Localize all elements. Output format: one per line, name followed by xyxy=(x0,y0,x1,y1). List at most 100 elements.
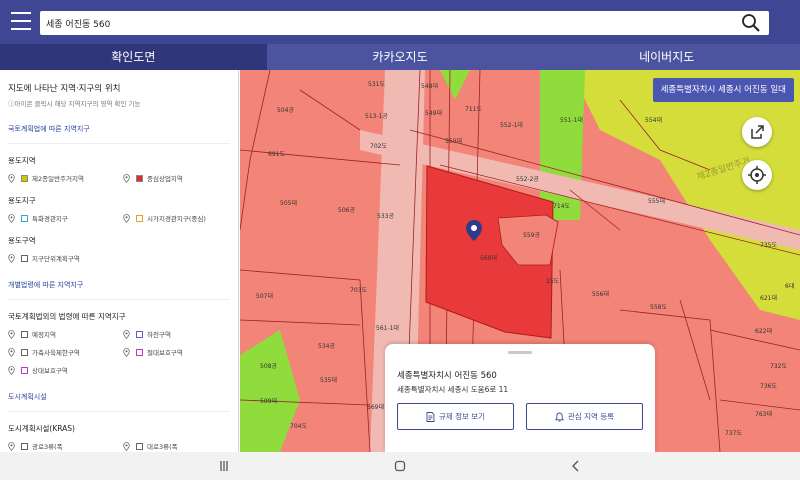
legend-swatch xyxy=(21,214,28,222)
location-pin-icon[interactable] xyxy=(123,329,130,339)
legend-label: 하천구역 xyxy=(147,331,171,339)
my-location-button[interactable] xyxy=(742,160,772,190)
location-pin-icon[interactable] xyxy=(123,173,130,183)
map-label: 504공 xyxy=(277,107,294,114)
legend-item-urban-landscape[interactable]: 시가지경관지구(중심) xyxy=(123,213,238,223)
legend-swatch xyxy=(136,174,143,182)
legend-item-planned-area[interactable]: 예정지역 xyxy=(8,329,123,339)
back-icon[interactable] xyxy=(568,458,584,474)
map-label: 559공 xyxy=(523,232,540,239)
legend-row: 상대보호구역 xyxy=(8,364,238,376)
map-label: 549대 xyxy=(425,109,442,117)
legend-item-relative-protection[interactable]: 상대보호구역 xyxy=(8,365,130,375)
legend-item-residential[interactable]: 제2종일반주거지역 xyxy=(8,173,123,183)
app-window: 확인도면 카카오지도 네이버지도 지도에 나타난 지역·지구의 위치 ⓘ아이콘 … xyxy=(0,0,800,480)
search-box xyxy=(40,11,769,35)
location-pin-icon[interactable] xyxy=(123,347,130,357)
area-name-badge: 세종특별자치시 세종시 어진동 일대 xyxy=(652,78,794,102)
map-label: 703도 xyxy=(350,287,367,294)
legend-item-road-wide[interactable]: 광로3류(폭 xyxy=(8,441,123,451)
group-use-district: 용도지역 xyxy=(8,156,36,165)
location-pin-icon[interactable] xyxy=(8,173,15,183)
legend-item-absolute-protection[interactable]: 절대보호구역 xyxy=(123,347,238,357)
location-pin-icon[interactable] xyxy=(8,347,15,357)
map-label: 506공 xyxy=(338,207,355,214)
search-icon[interactable] xyxy=(741,13,761,33)
section-urban-facility: 도시계획시설 xyxy=(8,393,47,401)
map-tabs: 확인도면 카카오지도 네이버지도 xyxy=(0,44,800,70)
legend-row: 가축사육제한구역 절대보호구역 xyxy=(8,346,238,358)
legend-swatch xyxy=(136,330,143,338)
legend-item-road-large[interactable]: 대로3류(폭 xyxy=(123,441,238,451)
share-button[interactable] xyxy=(742,117,772,147)
legend-swatch xyxy=(136,348,143,356)
add-interest-area-button[interactable]: 관심 지역 등록 xyxy=(526,403,643,430)
add-interest-area-label: 관심 지역 등록 xyxy=(567,412,615,421)
map-label: 735도 xyxy=(760,242,777,249)
legend-item-commercial[interactable]: 중심상업지역 xyxy=(123,173,238,183)
location-pin-icon[interactable] xyxy=(123,213,130,223)
home-icon[interactable] xyxy=(392,458,408,474)
legend-swatch xyxy=(136,214,143,222)
map-label: 560대 xyxy=(480,254,497,262)
tab-naver-map[interactable]: 네이버지도 xyxy=(533,44,800,70)
divider xyxy=(8,143,230,144)
legend-item-district-unit[interactable]: 지구단위계획구역 xyxy=(8,253,130,263)
location-pin-icon[interactable] xyxy=(8,213,15,223)
sheet-drag-handle[interactable] xyxy=(508,351,532,354)
location-pin-icon[interactable] xyxy=(8,365,15,375)
map-label: 736도 xyxy=(760,383,777,390)
search-input[interactable] xyxy=(46,14,726,32)
divider xyxy=(8,299,230,300)
location-pin-icon[interactable] xyxy=(123,441,130,451)
map-label: 556대 xyxy=(592,290,609,298)
hamburger-menu-icon[interactable] xyxy=(11,12,31,32)
legend-swatch xyxy=(21,366,28,374)
legend-label: 상대보호구역 xyxy=(32,367,68,375)
tab-kakao-map[interactable]: 카카오지도 xyxy=(267,44,534,70)
location-pin-icon[interactable] xyxy=(8,253,15,263)
group-other-law: 국토계획법외의 법령에 따른 지역지구 xyxy=(8,312,126,321)
map-label: 714도 xyxy=(553,203,570,210)
map-label: 552-2공 xyxy=(516,176,539,183)
map-label: 6대 xyxy=(785,282,794,290)
legend-row: 지구단위계획구역 xyxy=(8,252,238,264)
legend-label: 광로3류(폭 xyxy=(32,443,63,451)
map-label: 534공 xyxy=(318,343,335,350)
legend-swatch xyxy=(21,254,28,262)
recent-apps-icon[interactable] xyxy=(216,458,232,474)
group-kras: 도시계획시설(KRAS) xyxy=(8,424,75,433)
map-label: 622대 xyxy=(755,327,772,335)
map-label: 535대 xyxy=(320,376,337,384)
map-label: 551-1대 xyxy=(560,116,583,124)
legend-label: 시가지경관지구(중심) xyxy=(147,215,206,223)
map-label: 552-1대 xyxy=(500,121,523,129)
location-pin-icon[interactable] xyxy=(8,329,15,339)
map-label: 704도 xyxy=(290,423,307,430)
legend-item-special-landscape[interactable]: 특화경관지구 xyxy=(8,213,123,223)
legend-item-river-area[interactable]: 하천구역 xyxy=(123,329,238,339)
map-label: 505대 xyxy=(280,199,297,207)
regulation-info-button[interactable]: 규제 정보 보기 xyxy=(397,403,514,430)
map-label: 548대 xyxy=(421,82,438,90)
legend-item-livestock-limit[interactable]: 가축사육제한구역 xyxy=(8,347,123,357)
legend-swatch xyxy=(21,442,28,450)
panel-title: 지도에 나타난 지역·지구의 위치 xyxy=(8,84,121,94)
group-use-zone: 용도지구 xyxy=(8,196,36,205)
divider xyxy=(8,411,230,412)
document-icon xyxy=(426,411,435,422)
zone-legend-panel: 지도에 나타난 지역·지구의 위치 ⓘ아이콘 클릭시 해당 지역지구의 영역 확… xyxy=(0,70,239,452)
map-label: 15도 xyxy=(546,278,560,285)
tab-confirm-map[interactable]: 확인도면 xyxy=(0,44,267,70)
location-pin-icon[interactable] xyxy=(8,441,15,451)
legend-swatch xyxy=(21,348,28,356)
panel-subtitle: ⓘ아이콘 클릭시 해당 지역지구의 영역 확인 기능 xyxy=(8,100,141,108)
map-label: 691도 xyxy=(268,151,285,158)
gps-target-icon xyxy=(748,166,766,184)
legend-label: 특화경관지구 xyxy=(32,215,68,223)
top-bar xyxy=(0,0,800,44)
parcel-road-address: 세종특별자치시 세종시 도움6로 11 xyxy=(397,385,509,394)
legend-row: 제2종일반주거지역 중심상업지역 xyxy=(8,172,238,184)
section-individual-law: 개별법령에 따른 지역지구 xyxy=(8,281,84,289)
system-nav-bar xyxy=(0,452,800,480)
